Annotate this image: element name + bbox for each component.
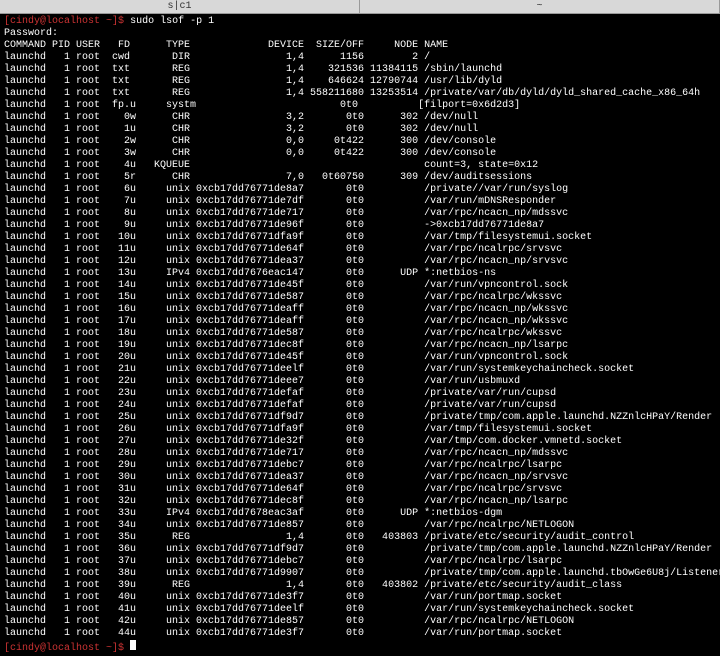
table-row: launchd 1 root cwd DIR 1,4 1156 2 / bbox=[4, 52, 716, 64]
prompt-user: cindy@localhost bbox=[10, 16, 100, 27]
table-row: launchd 1 root 27u unix 0xcb17dd76771de3… bbox=[4, 436, 716, 448]
table-row: launchd 1 root 6u unix 0xcb17dd76771de8a… bbox=[4, 184, 716, 196]
table-row: launchd 1 root 9u unix 0xcb17dd76771de96… bbox=[4, 220, 716, 232]
table-row: launchd 1 root 28u unix 0xcb17dd76771de7… bbox=[4, 448, 716, 460]
table-row: launchd 1 root 41u unix 0xcb17dd76771dee… bbox=[4, 604, 716, 616]
table-row: launchd 1 root 21u unix 0xcb17dd76771dee… bbox=[4, 364, 716, 376]
table-row: launchd 1 root 13u IPv4 0xcb17dd7676eac1… bbox=[4, 268, 716, 280]
table-row: launchd 1 root 42u unix 0xcb17dd76771de8… bbox=[4, 616, 716, 628]
table-row: launchd 1 root 18u unix 0xcb17dd76771de5… bbox=[4, 328, 716, 340]
table-row: launchd 1 root 24u unix 0xcb17dd76771def… bbox=[4, 400, 716, 412]
table-row: launchd 1 root 30u unix 0xcb17dd76771dea… bbox=[4, 472, 716, 484]
table-row: launchd 1 root 23u unix 0xcb17dd76771def… bbox=[4, 388, 716, 400]
table-row: launchd 1 root 3w CHR 0,0 0t422 300 /dev… bbox=[4, 148, 716, 160]
command-text: sudo lsof -p 1 bbox=[130, 16, 214, 27]
table-row: launchd 1 root 39u REG 1,4 0t0 403802 /p… bbox=[4, 580, 716, 592]
table-row: launchd 1 root 11u unix 0xcb17dd76771de6… bbox=[4, 244, 716, 256]
table-header: COMMAND PID USER FD TYPE DEVICE SIZE/OFF… bbox=[4, 40, 716, 52]
password-prompt: Password: bbox=[4, 28, 716, 40]
table-row: launchd 1 root 31u unix 0xcb17dd76771de6… bbox=[4, 484, 716, 496]
table-row: launchd 1 root 5r CHR 7,0 0t60750 309 /d… bbox=[4, 172, 716, 184]
table-row: launchd 1 root 2w CHR 0,0 0t422 300 /dev… bbox=[4, 136, 716, 148]
table-row: launchd 1 root 37u unix 0xcb17dd76771deb… bbox=[4, 556, 716, 568]
table-row: launchd 1 root 36u unix 0xcb17dd76771df9… bbox=[4, 544, 716, 556]
prompt-line: [cindy@localhost ~]$ sudo lsof -p 1 bbox=[4, 16, 716, 28]
table-row: launchd 1 root 10u unix 0xcb17dd76771dfa… bbox=[4, 232, 716, 244]
table-row: launchd 1 root 12u unix 0xcb17dd76771dea… bbox=[4, 256, 716, 268]
table-row: launchd 1 root 33u IPv4 0xcb17dd7678eac3… bbox=[4, 508, 716, 520]
tab-right[interactable]: ~ bbox=[360, 0, 720, 13]
titlebar: s|c1 ~ bbox=[0, 0, 720, 14]
table-row: launchd 1 root 19u unix 0xcb17dd76771dec… bbox=[4, 340, 716, 352]
table-row: launchd 1 root 29u unix 0xcb17dd76771deb… bbox=[4, 460, 716, 472]
table-row: launchd 1 root 4u KQUEUE count=3, state=… bbox=[4, 160, 716, 172]
table-row: launchd 1 root 25u unix 0xcb17dd76771df9… bbox=[4, 412, 716, 424]
terminal[interactable]: [cindy@localhost ~]$ sudo lsof -p 1 Pass… bbox=[0, 14, 720, 656]
table-row: launchd 1 root 20u unix 0xcb17dd76771de4… bbox=[4, 352, 716, 364]
table-row: launchd 1 root 34u unix 0xcb17dd76771de8… bbox=[4, 520, 716, 532]
table-row: launchd 1 root 17u unix 0xcb17dd76771dea… bbox=[4, 316, 716, 328]
table-row: launchd 1 root 22u unix 0xcb17dd76771dee… bbox=[4, 376, 716, 388]
table-row: launchd 1 root 16u unix 0xcb17dd76771dea… bbox=[4, 304, 716, 316]
table-row: launchd 1 root 14u unix 0xcb17dd76771de4… bbox=[4, 280, 716, 292]
table-row: launchd 1 root 8u unix 0xcb17dd76771de71… bbox=[4, 208, 716, 220]
table-row: launchd 1 root 32u unix 0xcb17dd76771dec… bbox=[4, 496, 716, 508]
table-row: launchd 1 root 40u unix 0xcb17dd76771de3… bbox=[4, 592, 716, 604]
table-row: launchd 1 root 1u CHR 3,2 0t0 302 /dev/n… bbox=[4, 124, 716, 136]
table-row: launchd 1 root 15u unix 0xcb17dd76771de5… bbox=[4, 292, 716, 304]
tab-left[interactable]: s|c1 bbox=[0, 0, 360, 13]
cursor bbox=[130, 640, 136, 650]
prompt-end: [cindy@localhost ~]$ bbox=[4, 640, 716, 655]
table-row: launchd 1 root 0w CHR 3,2 0t0 302 /dev/n… bbox=[4, 112, 716, 124]
table-row: launchd 1 root 35u REG 1,4 0t0 403803 /p… bbox=[4, 532, 716, 544]
table-row: launchd 1 root txt REG 1,4 558211680 132… bbox=[4, 88, 716, 100]
table-row: launchd 1 root txt REG 1,4 646624 127907… bbox=[4, 76, 716, 88]
table-row: launchd 1 root 44u unix 0xcb17dd76771de3… bbox=[4, 628, 716, 640]
table-row: launchd 1 root 38u unix 0xcb17dd76771d99… bbox=[4, 568, 716, 580]
output-rows: launchd 1 root cwd DIR 1,4 1156 2 /launc… bbox=[4, 52, 716, 640]
table-row: launchd 1 root 7u unix 0xcb17dd76771de7d… bbox=[4, 196, 716, 208]
table-row: launchd 1 root 26u unix 0xcb17dd76771dfa… bbox=[4, 424, 716, 436]
table-row: launchd 1 root fp.u systm 0t0 [filport=0… bbox=[4, 100, 716, 112]
table-row: launchd 1 root txt REG 1,4 321536 113841… bbox=[4, 64, 716, 76]
